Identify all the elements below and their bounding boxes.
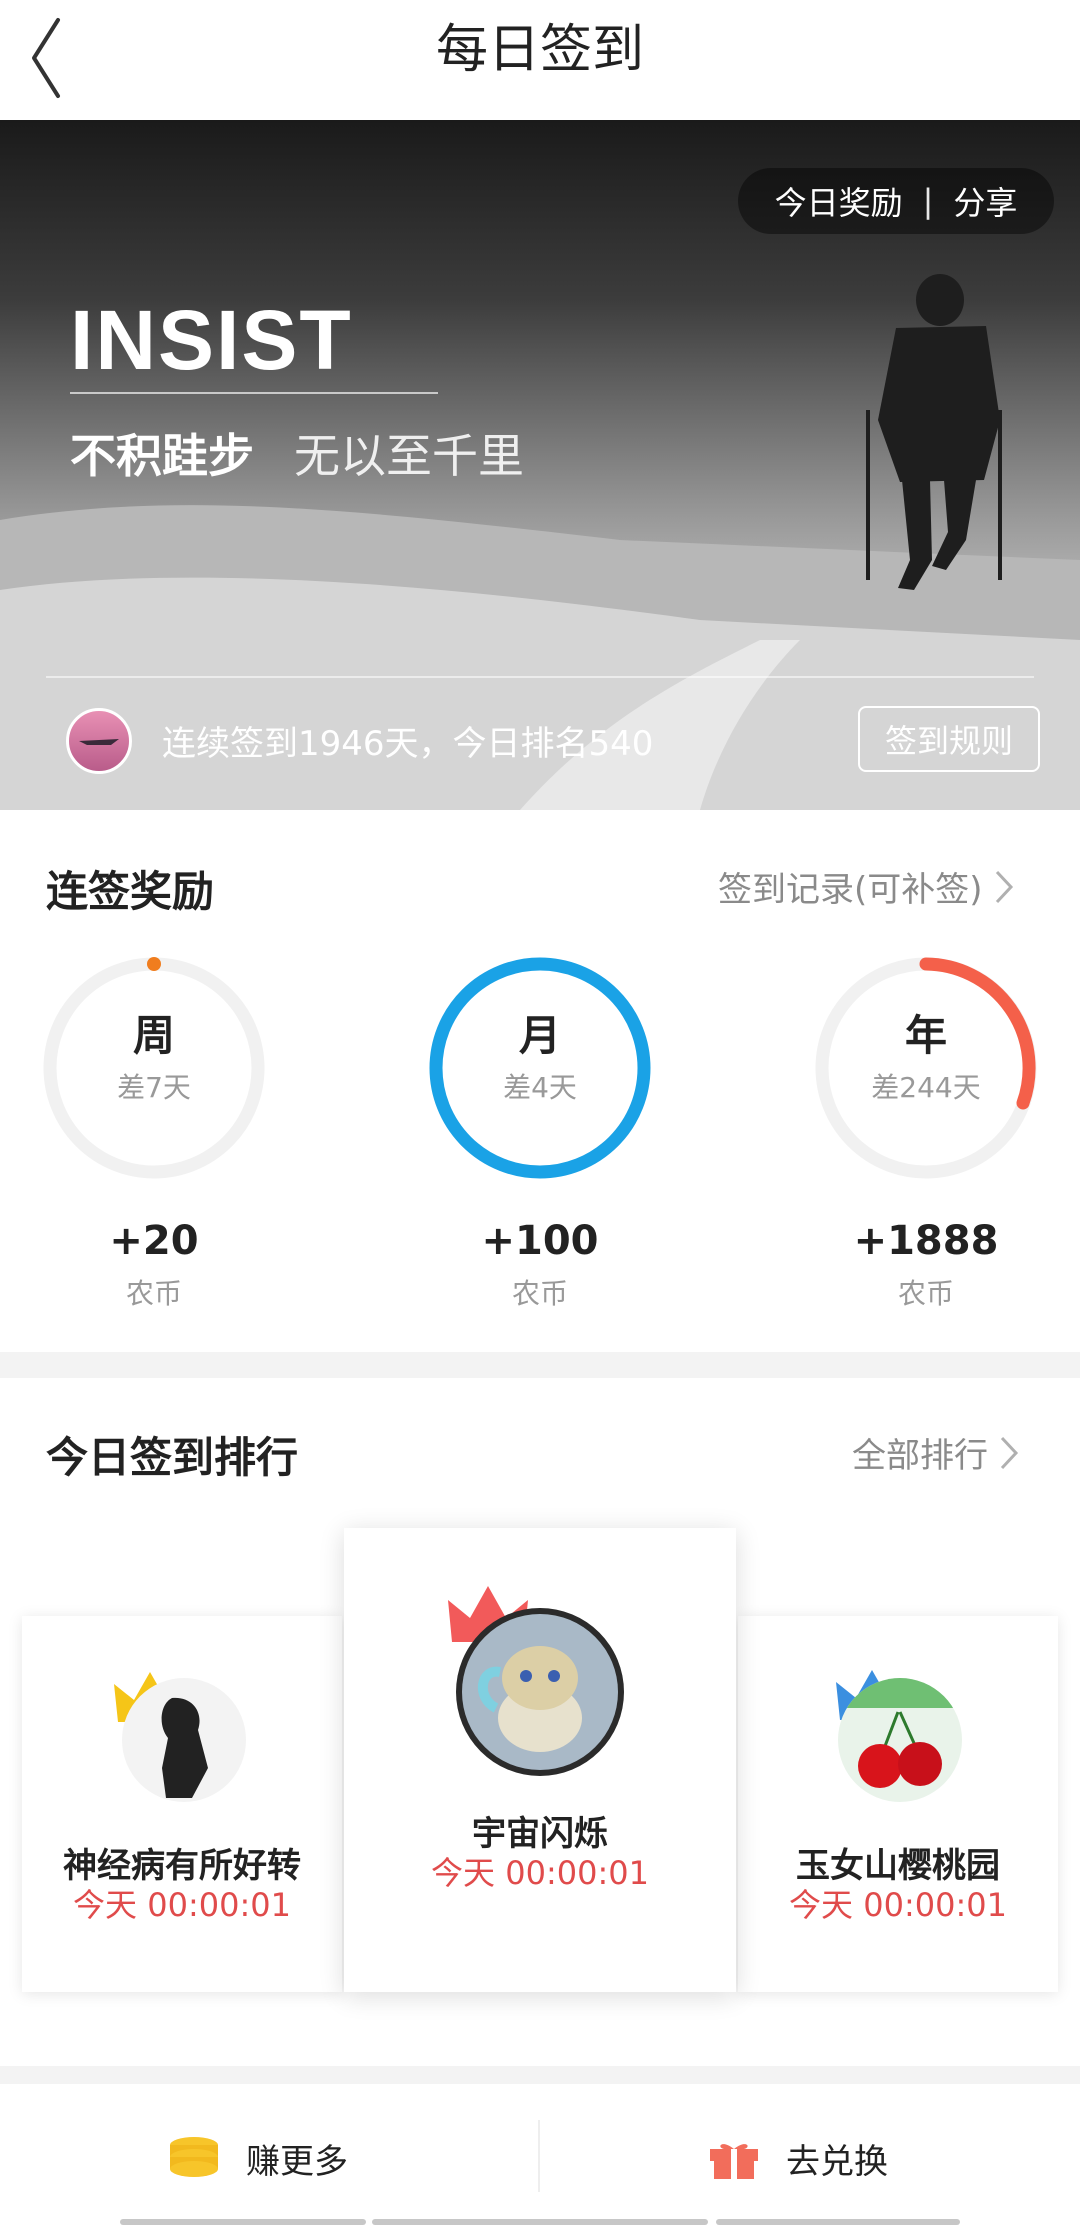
avatar xyxy=(122,1678,246,1802)
year-label: 年 xyxy=(904,1011,947,1060)
hero-divider xyxy=(46,676,1034,678)
hero-banner: 今日奖励 | 分享 INSIST 不积跬步 无以至千里 连续签到1946天，今日… xyxy=(0,120,1080,810)
month-reward-value: +100 xyxy=(481,1218,599,1264)
year-streak-ring: 年 差244天 xyxy=(806,948,1046,1188)
nav-bar: 每日签到 xyxy=(0,0,1080,120)
rank-time-second: 今天 00:00:01 xyxy=(73,1886,291,1924)
rank-card-third[interactable]: 玉女山樱桃园 今天 00:00:01 xyxy=(738,1616,1058,1992)
avatar xyxy=(456,1608,624,1776)
week-label: 周 xyxy=(132,1011,175,1060)
section-divider xyxy=(0,1352,1080,1378)
rank-time-first: 今天 00:00:01 xyxy=(431,1854,649,1892)
chevron-right-icon xyxy=(1000,1436,1019,1469)
share-link[interactable]: 分享 xyxy=(953,178,1017,224)
week-remaining: 差7天 xyxy=(117,1071,191,1104)
reward-share-pill: 今日奖励 | 分享 xyxy=(738,168,1054,234)
headline-underline xyxy=(70,392,438,394)
redeem-label: 去兑换 xyxy=(786,2141,888,2182)
streak-rewards-title: 连签奖励 xyxy=(46,867,215,916)
week-reward-unit: 农币 xyxy=(125,1277,182,1310)
bottom-action-bar: 赚更多 去兑换 xyxy=(0,2084,1080,2232)
user-avatar[interactable] xyxy=(66,708,132,774)
streak-status-text: 连续签到1946天，今日排名540 xyxy=(162,724,654,764)
rank-time-third: 今天 00:00:01 xyxy=(789,1886,1007,1924)
sign-record-link[interactable]: 签到记录(可补签) xyxy=(718,862,1015,911)
home-indicator-segment xyxy=(120,2219,366,2225)
rank-card-first[interactable]: 宇宙闪烁 今天 00:00:01 xyxy=(344,1528,736,1992)
week-reward-value: +20 xyxy=(109,1218,199,1264)
bottom-divider xyxy=(0,2066,1080,2084)
sign-record-label: 签到记录(可补签) xyxy=(718,870,983,910)
month-remaining: 差4天 xyxy=(503,1071,577,1104)
slogan-main: 不积跬步 xyxy=(70,429,254,483)
home-indicator-segment xyxy=(716,2219,960,2225)
hiker-silhouette xyxy=(866,274,1002,590)
page-title: 每日签到 xyxy=(435,20,644,80)
slogan-sub: 无以至千里 xyxy=(294,429,524,483)
year-reward-value: +1888 xyxy=(853,1218,999,1264)
gift-icon xyxy=(710,2144,758,2179)
year-reward-unit: 农币 xyxy=(897,1277,954,1310)
redeem-button[interactable]: 去兑换 xyxy=(708,2084,888,2232)
hero-headline: INSIST xyxy=(70,293,353,387)
avatar xyxy=(838,1678,962,1802)
rank-card-second[interactable]: 神经病有所好转 今天 00:00:01 xyxy=(22,1616,342,1992)
coin-stack-icon xyxy=(170,2137,218,2177)
home-indicator-segment xyxy=(372,2219,708,2225)
month-label: 月 xyxy=(518,1011,561,1060)
year-remaining: 差244天 xyxy=(871,1071,981,1104)
pill-separator: | xyxy=(922,182,934,220)
month-streak-ring: 月 差4天 xyxy=(420,948,660,1188)
earn-more-label: 赚更多 xyxy=(246,2141,348,2182)
ranking-title: 今日签到排行 xyxy=(46,1433,299,1482)
earn-more-button[interactable]: 赚更多 xyxy=(168,2084,348,2232)
today-reward-link[interactable]: 今日奖励 xyxy=(775,178,903,224)
sign-rules-button[interactable]: 签到规则 xyxy=(858,706,1040,772)
month-reward-unit: 农币 xyxy=(511,1277,568,1310)
week-streak-ring: 周 差7天 xyxy=(34,948,274,1188)
all-ranking-link[interactable]: 全部排行 xyxy=(852,1428,1020,1477)
all-ranking-label: 全部排行 xyxy=(852,1436,988,1476)
bottom-separator xyxy=(538,2120,540,2192)
chevron-right-icon xyxy=(995,870,1013,903)
